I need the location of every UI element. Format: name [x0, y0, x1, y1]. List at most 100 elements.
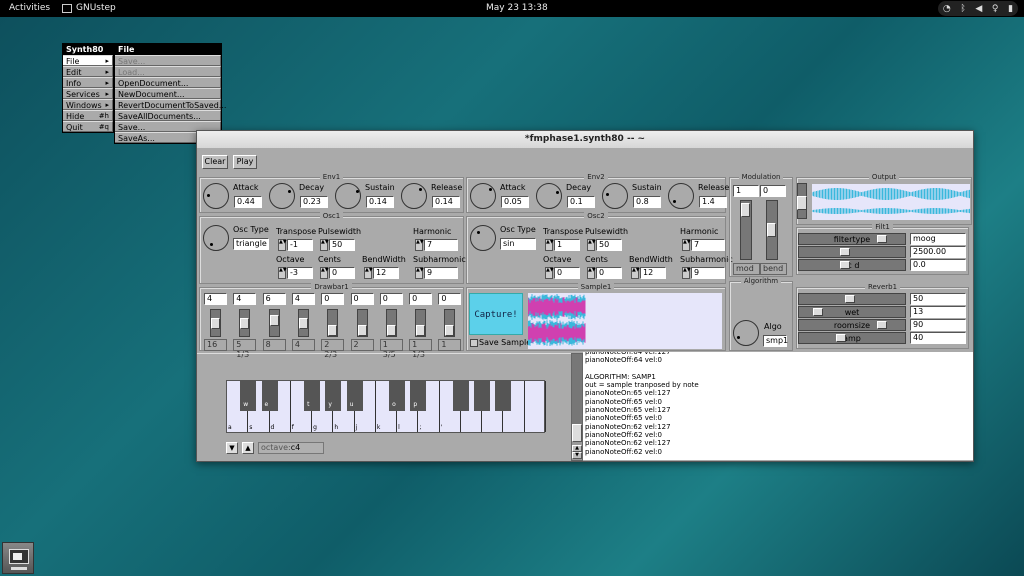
mod-slider-thumb[interactable]: [741, 203, 750, 217]
reverb1-slider-1[interactable]: wet: [798, 306, 906, 318]
osc2-transpose-field[interactable]: 1: [554, 239, 580, 251]
drawbar-slider-thumb[interactable]: [358, 325, 367, 336]
osc2-octave-field[interactable]: 0: [554, 267, 580, 279]
file-menu-item[interactable]: RevertDocumentToSaved...: [115, 99, 221, 110]
osc1-pulsewidth-stepper[interactable]: ▲▼: [320, 239, 328, 251]
menu-item-file[interactable]: File ▸: [63, 55, 113, 66]
filt1-value-field[interactable]: 0.0: [910, 259, 966, 271]
capture-button[interactable]: Capture!: [469, 293, 523, 335]
log-text-area[interactable]: pianoNoteOn:64 vel:127 pianoNoteOff:64 ve…: [583, 352, 973, 460]
osc1-cents-field[interactable]: 0: [329, 267, 355, 279]
osc2-cents-stepper[interactable]: ▲▼: [587, 267, 595, 279]
reverb1-slider-thumb[interactable]: [813, 308, 823, 316]
osc1-bendwidth-stepper[interactable]: ▲▼: [364, 267, 372, 279]
drawbar-slider[interactable]: [269, 309, 280, 337]
osc2-bendwidth-stepper[interactable]: ▲▼: [631, 267, 639, 279]
piano-black-key[interactable]: p: [410, 381, 426, 411]
env1-decay-field[interactable]: 0.23: [300, 196, 328, 208]
osc2-harmonic-field[interactable]: 7: [691, 239, 725, 251]
osc2-cents-field[interactable]: 0: [596, 267, 622, 279]
reverb1-slider-thumb[interactable]: [845, 295, 855, 303]
log-scroll-thumb[interactable]: [572, 424, 582, 442]
file-menu-item[interactable]: OpenDocument...: [115, 77, 221, 88]
piano-black-key[interactable]: t: [304, 381, 320, 411]
octave-down-button[interactable]: ▼: [226, 442, 238, 454]
filt1-slider-2[interactable]: fc d: [798, 259, 906, 271]
log-scrollbar[interactable]: ▲ ▼: [571, 353, 583, 461]
drawbar-slider[interactable]: [415, 309, 426, 337]
env1-release-knob[interactable]: [401, 183, 427, 209]
menu-item-quit[interactable]: Quit #q: [63, 121, 113, 132]
octave-up-button[interactable]: ▲: [242, 442, 254, 454]
piano-black-key[interactable]: [495, 381, 511, 411]
filt1-value-field[interactable]: moog: [910, 233, 966, 245]
log-scroll-track[interactable]: [572, 354, 582, 424]
algo-field[interactable]: smp1: [763, 335, 787, 347]
env2-attack-knob[interactable]: [470, 183, 496, 209]
drawbar-slider-thumb[interactable]: [445, 325, 454, 336]
env1-attack-knob[interactable]: [203, 183, 229, 209]
reverb1-value-field[interactable]: 13: [910, 306, 966, 318]
save-sample-checkbox[interactable]: [470, 339, 478, 347]
osc1-transpose-field[interactable]: -1: [287, 239, 313, 251]
osc2-subharmonic-field[interactable]: 9: [691, 267, 725, 279]
log-scroll-up-button[interactable]: ▲: [572, 445, 582, 452]
app-menu-button[interactable]: GNUstep: [76, 3, 116, 13]
drawbar-value-field[interactable]: 6: [263, 293, 286, 305]
env2-decay-field[interactable]: 0.1: [567, 196, 595, 208]
drawbar-value-field[interactable]: 0: [438, 293, 461, 305]
osc2-subharmonic-stepper[interactable]: ▲▼: [682, 267, 690, 279]
filt1-value-field[interactable]: 2500.00: [910, 246, 966, 258]
drawbar-slider-thumb[interactable]: [299, 318, 308, 329]
piano-black-key[interactable]: o: [389, 381, 405, 411]
osc2-harmonic-stepper[interactable]: ▲▼: [682, 239, 690, 251]
mod-slider[interactable]: [740, 200, 752, 260]
drawbar-slider[interactable]: [357, 309, 368, 337]
piano-black-key[interactable]: u: [347, 381, 363, 411]
piano-white-key[interactable]: [525, 381, 546, 432]
output-volume-slider[interactable]: [797, 183, 807, 219]
osc1-pulsewidth-field[interactable]: 50: [329, 239, 355, 251]
file-menu-item[interactable]: NewDocument...: [115, 88, 221, 99]
reverb1-value-field[interactable]: 40: [910, 332, 966, 344]
osc1-cents-stepper[interactable]: ▲▼: [320, 267, 328, 279]
osc1-type-knob[interactable]: [203, 225, 229, 251]
piano-black-key[interactable]: y: [325, 381, 341, 411]
drawbar-slider[interactable]: [386, 309, 397, 337]
reverb1-value-field[interactable]: 90: [910, 319, 966, 331]
piano-black-key[interactable]: [474, 381, 490, 411]
reverb1-slider-thumb[interactable]: [836, 334, 846, 342]
play-button[interactable]: Play: [233, 155, 257, 169]
piano-black-key[interactable]: w: [240, 381, 256, 411]
file-menu-item[interactable]: SaveAllDocuments...: [115, 110, 221, 121]
filt1-slider-thumb[interactable]: [840, 248, 850, 256]
env2-sustain-field[interactable]: 0.8: [633, 196, 661, 208]
osc1-harmonic-stepper[interactable]: ▲▼: [415, 239, 423, 251]
filt1-slider-1[interactable]: [798, 246, 906, 258]
output-volume-thumb[interactable]: [797, 196, 807, 210]
env1-attack-field[interactable]: 0.44: [234, 196, 262, 208]
drawbar-slider[interactable]: [239, 309, 250, 337]
drawbar-slider-thumb[interactable]: [328, 325, 337, 336]
osc2-octave-stepper[interactable]: ▲▼: [545, 267, 553, 279]
piano-keyboard[interactable]: a s d f g h j k l; ' w e t y u o p: [226, 380, 545, 433]
algo-knob[interactable]: [733, 320, 759, 346]
env1-sustain-field[interactable]: 0.14: [366, 196, 394, 208]
piano-black-key[interactable]: [453, 381, 469, 411]
reverb1-value-field[interactable]: 50: [910, 293, 966, 305]
drawbar-value-field[interactable]: 0: [351, 293, 374, 305]
reverb1-slider-2[interactable]: roomsize: [798, 319, 906, 331]
drawbar-value-field[interactable]: 4: [204, 293, 227, 305]
activities-button[interactable]: Activities: [9, 3, 50, 13]
drawbar-value-field[interactable]: 0: [380, 293, 403, 305]
gnustep-dock-icon[interactable]: [2, 542, 34, 574]
filt1-slider-thumb[interactable]: [877, 235, 887, 243]
osc1-harmonic-field[interactable]: 7: [424, 239, 458, 251]
env2-sustain-knob[interactable]: [602, 183, 628, 209]
drawbar-value-field[interactable]: 4: [292, 293, 315, 305]
menu-item-hide[interactable]: Hide #h: [63, 110, 113, 121]
system-tray[interactable]: ◔ ᛒ ◀ ♀ ▮: [938, 1, 1018, 16]
env2-release-field[interactable]: 1.4: [699, 196, 727, 208]
bend-slider[interactable]: [766, 200, 778, 260]
osc2-pulsewidth-stepper[interactable]: ▲▼: [587, 239, 595, 251]
